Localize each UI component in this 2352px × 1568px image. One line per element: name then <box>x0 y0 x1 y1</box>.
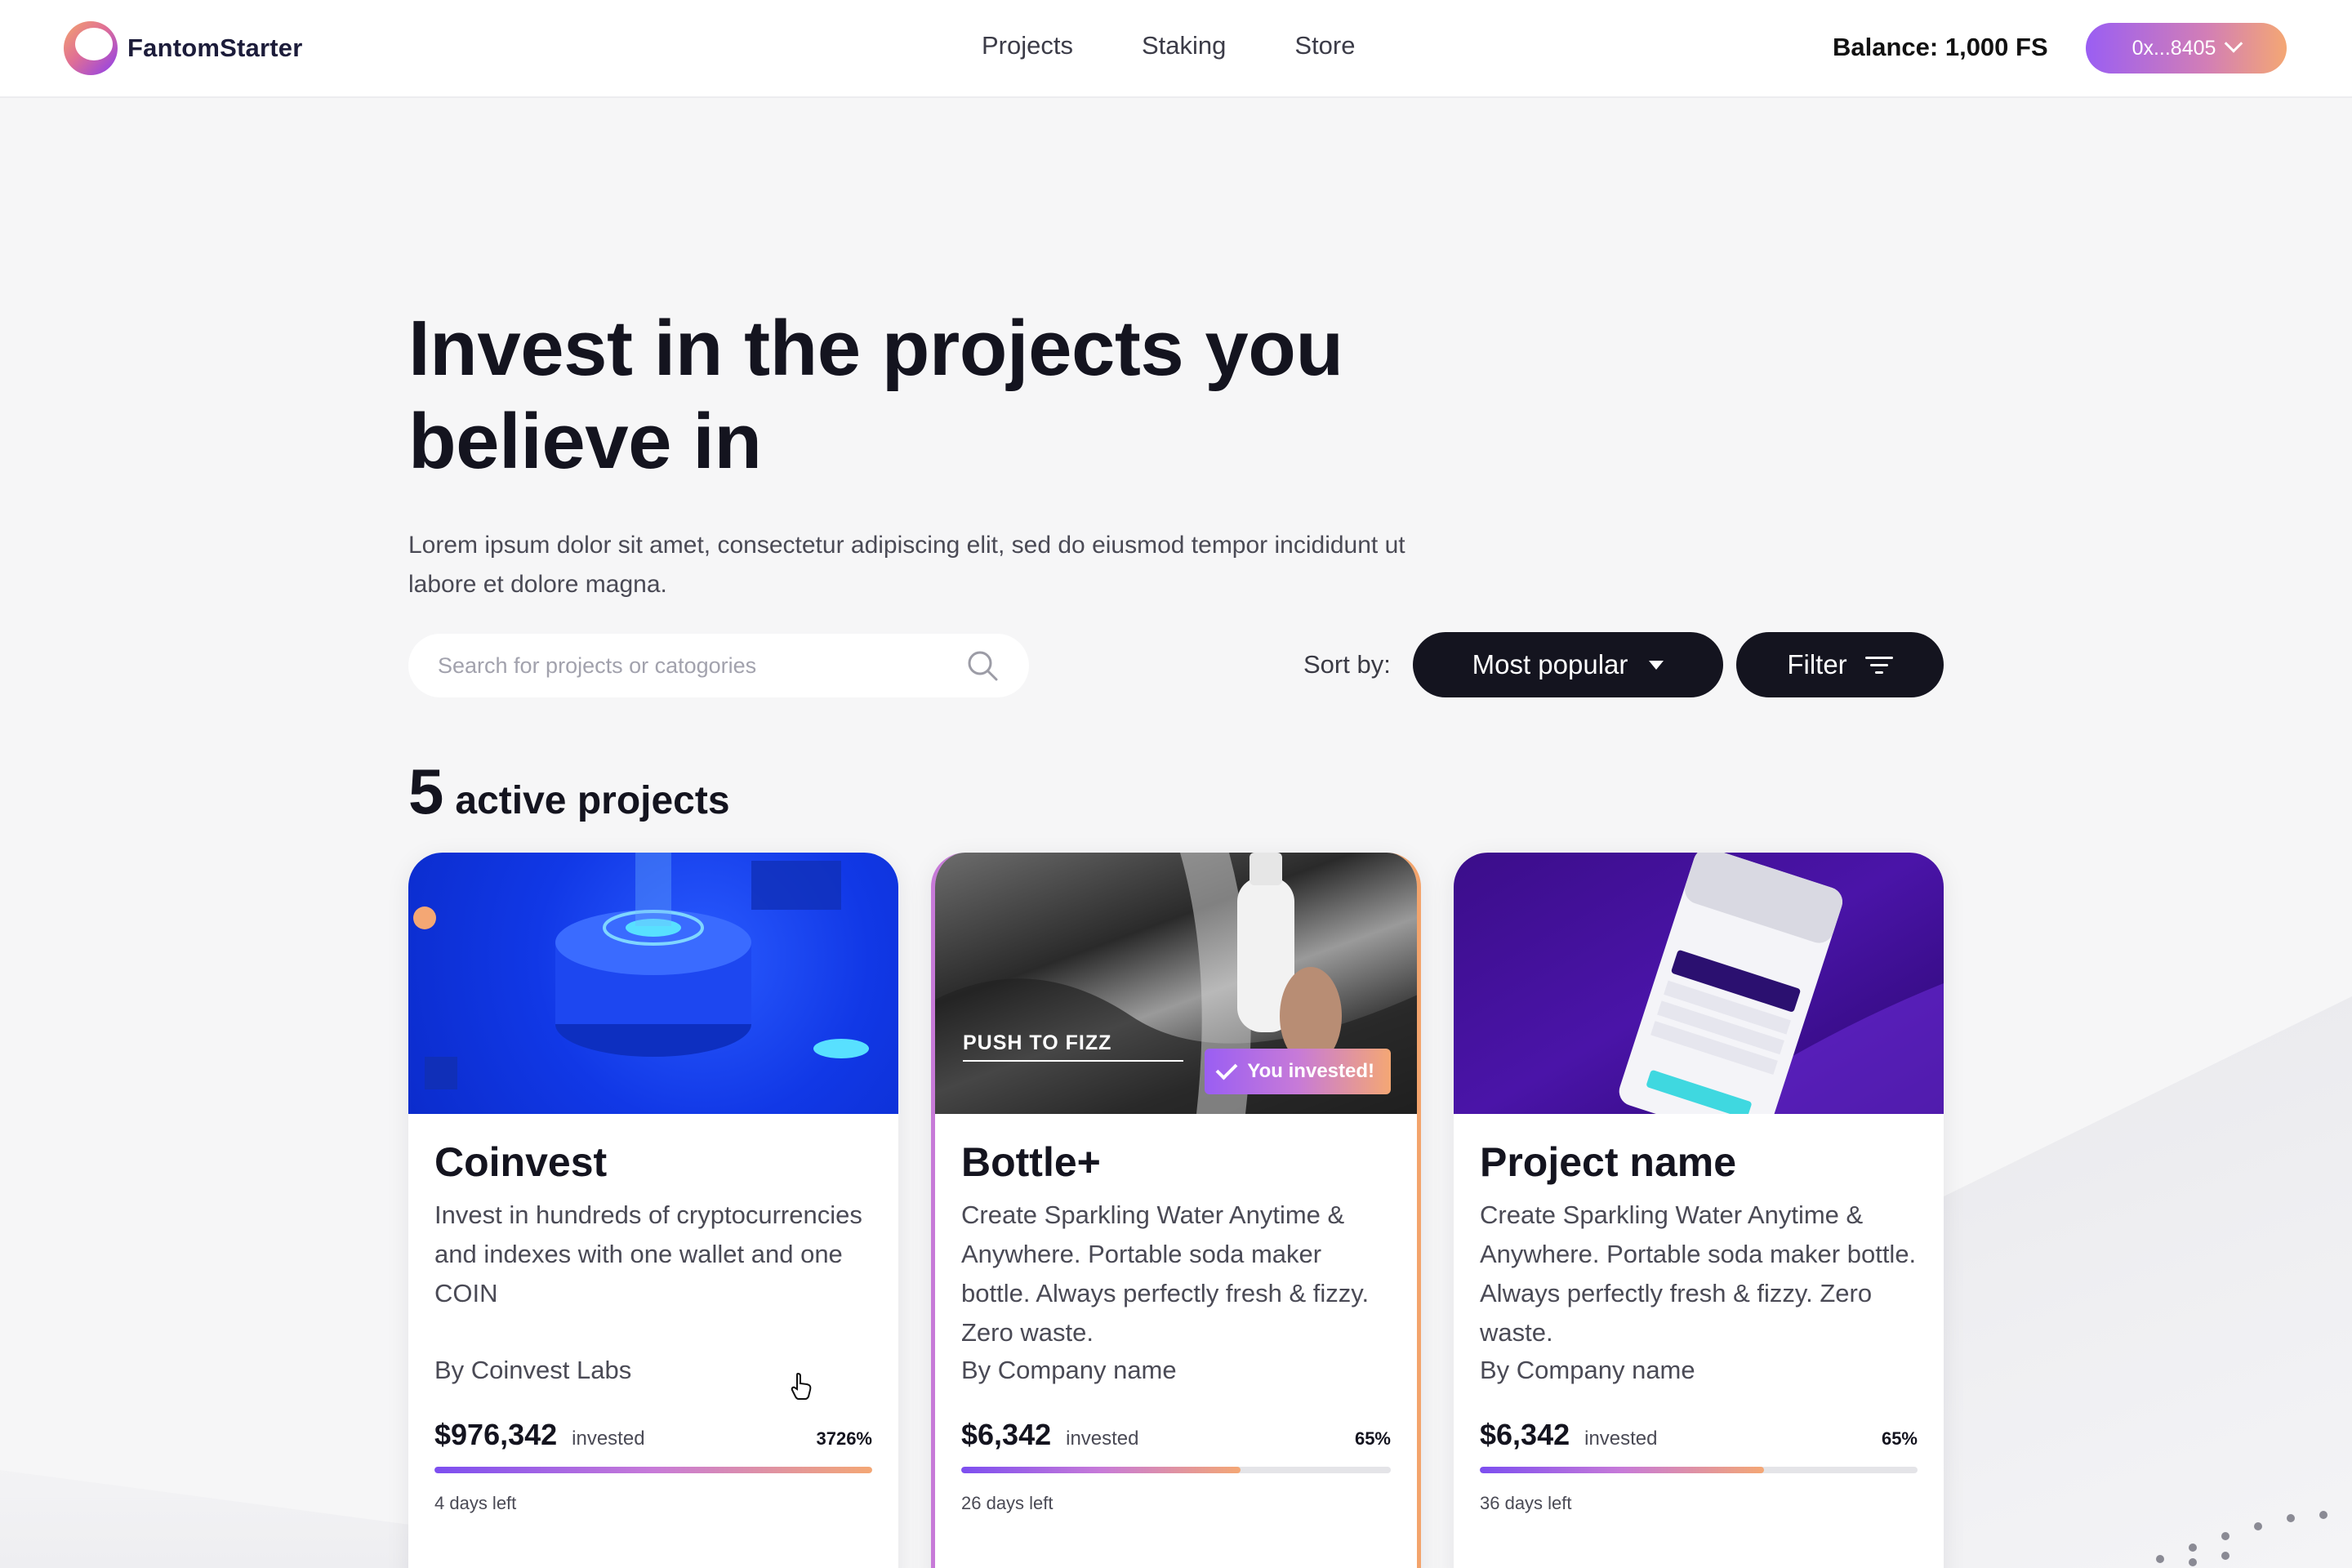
top-navbar: FantomStarter Projects Staking Store Bal… <box>0 0 2352 98</box>
funding-percent: 65% <box>1881 1428 1918 1449</box>
project-image <box>408 853 898 1114</box>
page-subtitle: Lorem ipsum dolor sit amet, consectetur … <box>408 532 1405 598</box>
sort-value: Most popular <box>1472 649 1628 679</box>
project-card-coinvest[interactable]: Coinvest Invest in hundreds of cryptocur… <box>408 853 898 1568</box>
search-bar <box>408 634 1029 697</box>
project-description: Create Sparkling Water Anytime & Anywher… <box>1480 1200 1917 1347</box>
project-author: By Company name <box>961 1356 1177 1384</box>
caption-underline <box>963 1060 1183 1062</box>
funding-progress-bar <box>1480 1467 1918 1473</box>
invested-amount: $976,342 <box>434 1418 558 1451</box>
project-stats: $976,342 invested 3726% <box>434 1418 872 1452</box>
invested-label: invested <box>1066 1428 1139 1450</box>
decorative-dots <box>2107 1470 2352 1568</box>
invested-label: invested <box>1584 1428 1658 1450</box>
filter-button[interactable]: Filter <box>1736 632 1944 697</box>
sort-dropdown[interactable]: Most popular <box>1413 632 1723 697</box>
project-author: By Company name <box>1480 1356 1695 1384</box>
invested-amount: $6,342 <box>1480 1418 1570 1451</box>
invested-label: invested <box>572 1428 645 1450</box>
project-image <box>1454 853 1944 1114</box>
project-stats: $6,342 invested 65% <box>961 1418 1391 1452</box>
days-left: 36 days left <box>1480 1493 1572 1513</box>
invested-amount: $6,342 <box>961 1418 1052 1451</box>
brand-logo[interactable]: FantomStarter <box>64 21 302 75</box>
project-title: Project name <box>1480 1139 1737 1185</box>
project-card-project-name[interactable]: Project name Create Sparkling Water Anyt… <box>1454 853 1944 1568</box>
projects-count-label: active projects <box>455 779 730 822</box>
project-image: PUSH TO FIZZ You invested! <box>935 853 1417 1114</box>
invested-badge: You invested! <box>1205 1049 1391 1094</box>
project-title: Coinvest <box>434 1139 608 1185</box>
funding-progress-bar <box>434 1467 872 1473</box>
days-left: 4 days left <box>434 1493 517 1513</box>
invested-badge-label: You invested! <box>1247 1060 1374 1082</box>
page-title: Invest in the projects you believe in <box>408 305 1343 485</box>
wallet-address: 0x...8405 <box>2132 36 2216 60</box>
wallet-dropdown-button[interactable]: 0x...8405 <box>2086 23 2287 74</box>
funding-progress-bar <box>961 1467 1391 1473</box>
progress-fill <box>1480 1467 1765 1473</box>
sort-label: Sort by: <box>1303 650 1391 679</box>
brand-name: FantomStarter <box>127 33 303 62</box>
caret-down-icon <box>1649 660 1664 670</box>
project-card-bottle[interactable]: PUSH TO FIZZ You invested! Bottle+ Creat… <box>931 853 1421 1568</box>
days-left: 26 days left <box>961 1493 1054 1513</box>
progress-fill <box>434 1467 872 1473</box>
search-input[interactable] <box>438 653 944 679</box>
project-stats: $6,342 invested 65% <box>1480 1418 1918 1452</box>
check-icon <box>1215 1058 1238 1080</box>
project-description: Create Sparkling Water Anytime & Anywher… <box>961 1200 1370 1347</box>
projects-count: 5 active projects <box>408 755 730 829</box>
chevron-down-icon <box>2225 34 2243 53</box>
nav-staking[interactable]: Staking <box>1142 31 1226 60</box>
filter-label: Filter <box>1787 649 1847 679</box>
nav-projects[interactable]: Projects <box>982 31 1073 60</box>
main-nav: Projects Staking Store <box>982 31 1424 60</box>
project-description: Invest in hundreds of cryptocurrencies a… <box>434 1200 862 1307</box>
hand-cursor-icon <box>791 1372 812 1400</box>
funding-percent: 3726% <box>816 1428 872 1449</box>
fantomstarter-logo-icon <box>64 21 118 75</box>
filter-icon <box>1864 655 1893 675</box>
project-title: Bottle+ <box>961 1139 1101 1185</box>
funding-percent: 65% <box>1354 1428 1391 1449</box>
projects-count-number: 5 <box>408 755 444 827</box>
nav-store[interactable]: Store <box>1294 31 1355 60</box>
image-caption: PUSH TO FIZZ <box>963 1031 1112 1054</box>
search-icon[interactable] <box>967 650 998 681</box>
balance-display: Balance: 1,000 FS <box>1833 33 2048 61</box>
progress-fill <box>961 1467 1241 1473</box>
